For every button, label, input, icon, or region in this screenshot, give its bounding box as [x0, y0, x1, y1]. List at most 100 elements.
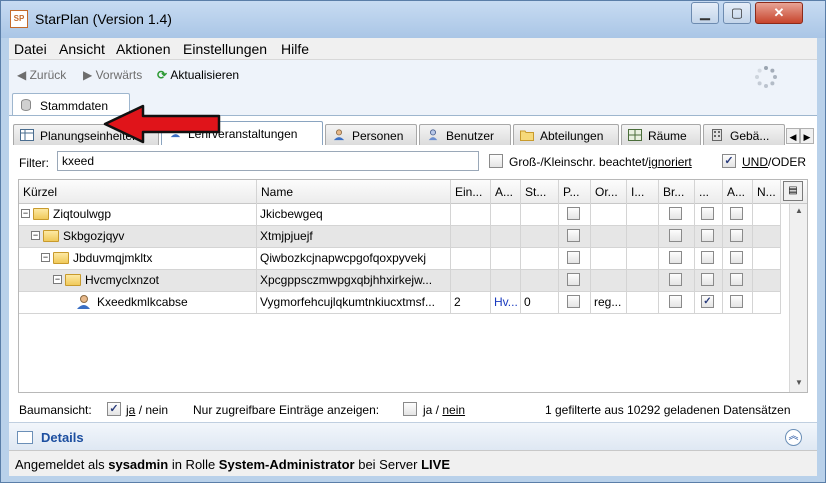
accessible-only-options: ja / nein — [423, 403, 465, 417]
row-checkbox-p[interactable] — [567, 207, 580, 220]
row-checkbox-p[interactable] — [567, 273, 580, 286]
minimize-button[interactable]: ▁ — [691, 2, 719, 24]
row-checkbox-p[interactable] — [567, 251, 580, 264]
col-header-p[interactable]: P... — [559, 180, 591, 204]
row-checkbox-a2[interactable] — [730, 251, 743, 264]
col-header-i[interactable]: I... — [627, 180, 659, 204]
details-label[interactable]: Details — [41, 430, 84, 445]
tab-personen[interactable]: Personen — [325, 124, 417, 145]
cell-br — [659, 226, 695, 247]
cell-br — [659, 270, 695, 291]
table-row[interactable]: − Hvcmyclxnzot Xpcgppsczmwpgxqbjhhxirkej… — [19, 270, 781, 292]
row-checkbox-br[interactable] — [669, 273, 682, 286]
tree-view-checkbox[interactable]: ✓ — [107, 402, 121, 416]
table-row[interactable]: Kxeedkmlkcabse Vygmorfehcujlqkumtnkiucxt… — [19, 292, 781, 314]
col-header-a[interactable]: A... — [491, 180, 521, 204]
tab-scroll-left-button[interactable]: ◀ — [786, 128, 800, 144]
cell-dots — [695, 270, 723, 291]
row-kuerzel: Ziqtoulwgp — [53, 207, 112, 221]
row-checkbox-br[interactable] — [669, 295, 682, 308]
row-checkbox-a2[interactable] — [730, 273, 743, 286]
und-oder-checkbox[interactable]: ✓ — [722, 154, 736, 168]
cell-p — [559, 248, 591, 269]
cell-st — [521, 204, 559, 225]
row-checkbox-dots-checked[interactable]: ✓ — [701, 295, 714, 308]
filter-input[interactable] — [57, 151, 479, 171]
cell-kuerzel: Kxeedkmlkcabse — [19, 292, 257, 313]
menu-aktionen[interactable]: Aktionen — [116, 41, 170, 57]
table-row[interactable]: − Jbduvmqjmkltx Qiwbozkcjnapwcpgofqoxpyv… — [19, 248, 781, 270]
back-button[interactable]: ◀ Zurück — [17, 68, 66, 82]
scroll-up-arrow-icon[interactable]: ▲ — [793, 206, 805, 218]
menu-datei[interactable]: Datei — [14, 41, 47, 57]
close-button[interactable]: ✕ — [755, 2, 803, 24]
tree-collapse-toggle[interactable]: − — [41, 253, 50, 262]
table-row[interactable]: − Ziqtoulwgp Jkicbewgeq — [19, 204, 781, 226]
accessible-only-checkbox[interactable] — [403, 402, 417, 416]
col-header-ein[interactable]: Ein... — [451, 180, 491, 204]
tree-collapse-toggle[interactable]: − — [31, 231, 40, 240]
row-checkbox-a2[interactable] — [730, 207, 743, 220]
tree-collapse-toggle[interactable]: − — [53, 275, 62, 284]
cell-br — [659, 292, 695, 313]
cell-p — [559, 270, 591, 291]
accessible-nein-link[interactable]: nein — [442, 403, 465, 417]
scroll-down-arrow-icon[interactable]: ▼ — [793, 378, 805, 390]
tab-gebaeude[interactable]: Gebä... — [703, 124, 785, 145]
row-checkbox-dots[interactable] — [701, 273, 714, 286]
tab-abteilungen[interactable]: Abteilungen — [513, 124, 619, 145]
accessible-ja-text: ja / — [423, 403, 440, 417]
details-bar[interactable]: Details ︽ — [9, 422, 817, 450]
tree-view-ja-link[interactable]: ja — [126, 403, 135, 417]
row-checkbox-dots[interactable] — [701, 229, 714, 242]
expand-details-button[interactable]: ︽ — [785, 429, 802, 446]
cell-a-link[interactable]: Hv... — [491, 292, 521, 313]
col-header-dots[interactable]: ... — [695, 180, 723, 204]
menu-hilfe[interactable]: Hilfe — [281, 41, 309, 57]
cell-p — [559, 226, 591, 247]
col-header-kuerzel[interactable]: Kürzel — [19, 180, 257, 204]
grid-header: Kürzel Name Ein... A... St... P... Or...… — [19, 180, 807, 204]
tab-raeume[interactable]: Räume — [621, 124, 701, 145]
tree-view-options: ja / nein — [126, 403, 168, 417]
col-header-st[interactable]: St... — [521, 180, 559, 204]
accessible-only-label: Nur zugreifbare Einträge anzeigen: — [193, 403, 380, 417]
tab-scroll-right-button[interactable]: ▶ — [800, 128, 814, 144]
row-checkbox-a2[interactable] — [730, 295, 743, 308]
row-checkbox-br[interactable] — [669, 207, 682, 220]
grid-vertical-scrollbar[interactable]: ▲ ▼ — [789, 204, 807, 392]
menu-ansicht[interactable]: Ansicht — [59, 41, 105, 57]
column-menu-button[interactable]: ▤ — [783, 181, 803, 201]
cell-ein — [451, 204, 491, 225]
row-checkbox-dots[interactable] — [701, 207, 714, 220]
col-header-a2[interactable]: A... — [723, 180, 753, 204]
status-text: Angemeldet als sysadmin in Rolle System-… — [15, 457, 450, 472]
col-header-or[interactable]: Or... — [591, 180, 627, 204]
tree-collapse-toggle[interactable]: − — [21, 209, 30, 218]
cell-kuerzel: − Ziqtoulwgp — [19, 204, 257, 225]
col-header-n[interactable]: N... — [753, 180, 781, 204]
col-header-name[interactable]: Name — [257, 180, 451, 204]
row-checkbox-br[interactable] — [669, 251, 682, 264]
tab-benutzer[interactable]: Benutzer — [419, 124, 511, 145]
menu-einstellungen[interactable]: Einstellungen — [183, 41, 267, 57]
case-ignore-link[interactable]: ignoriert — [648, 155, 691, 169]
refresh-button[interactable]: ⟳ Aktualisieren — [157, 68, 239, 82]
status-bar: Angemeldet als sysadmin in Rolle System-… — [9, 450, 817, 476]
col-header-br[interactable]: Br... — [659, 180, 695, 204]
maximize-button[interactable]: ▢ — [723, 2, 751, 24]
row-checkbox-p[interactable] — [567, 295, 580, 308]
und-oder-label: UND/ODER — [742, 155, 806, 169]
row-checkbox-a2[interactable] — [730, 229, 743, 242]
tree-view-nein-text: / nein — [138, 403, 169, 417]
und-link[interactable]: UND — [742, 155, 768, 169]
row-checkbox-dots[interactable] — [701, 251, 714, 264]
table-row[interactable]: − Skbgozjqyv Xtmjpjuejf — [19, 226, 781, 248]
cell-n — [753, 248, 781, 269]
case-sensitive-checkbox[interactable] — [489, 154, 503, 168]
row-checkbox-p[interactable] — [567, 229, 580, 242]
cell-st — [521, 226, 559, 247]
forward-button[interactable]: ▶ Vorwärts — [83, 68, 142, 82]
title-bar[interactable]: SP StarPlan (Version 1.4) ▁ ▢ ✕ — [1, 1, 825, 38]
row-checkbox-br[interactable] — [669, 229, 682, 242]
